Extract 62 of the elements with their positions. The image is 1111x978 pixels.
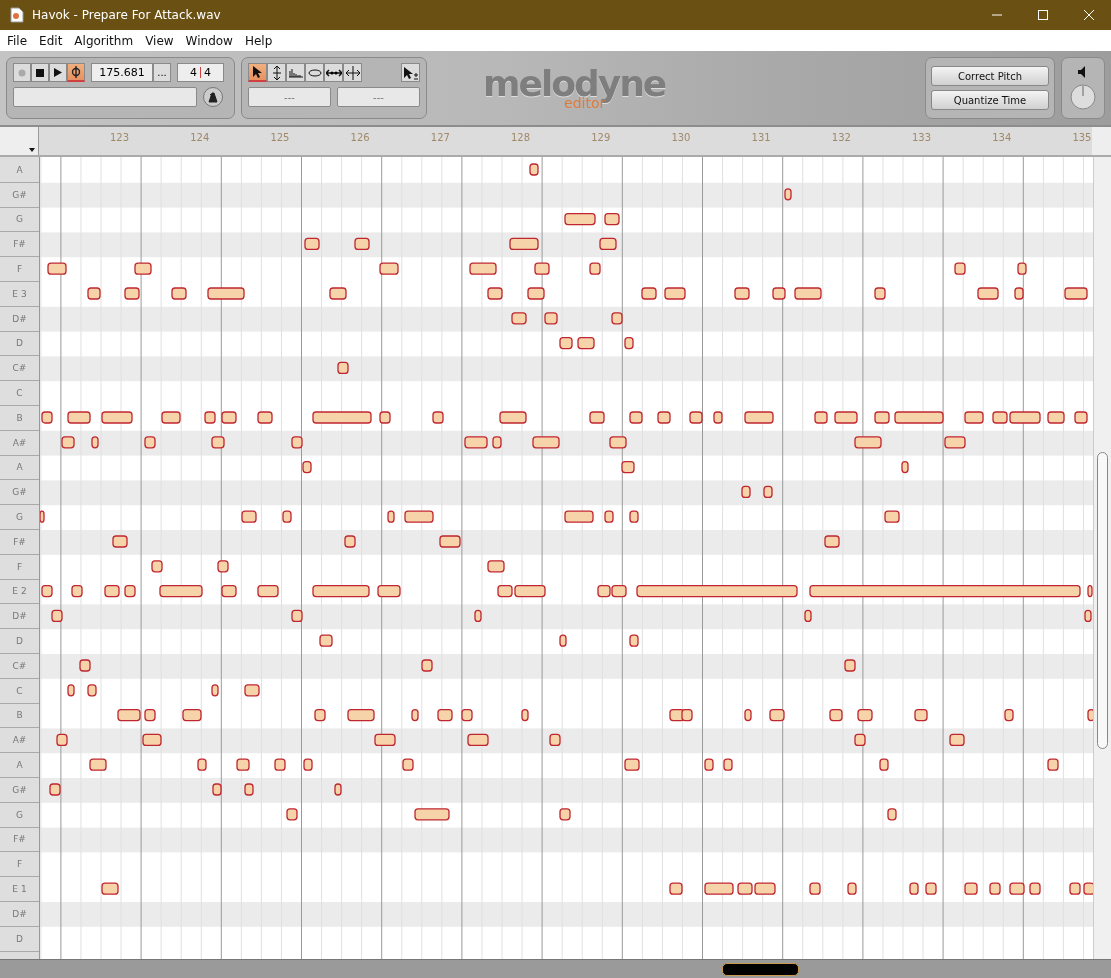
bar-number: 123	[110, 132, 130, 143]
pointer-tool-button[interactable]	[248, 63, 267, 82]
macro-button[interactable]: Quantize Time	[931, 90, 1049, 110]
crosshair-arrow-icon	[345, 65, 360, 80]
horizontal-scrollbar[interactable]	[0, 959, 1111, 978]
play-icon	[54, 68, 62, 77]
volume-knob[interactable]	[1070, 84, 1096, 110]
loop-icon	[71, 66, 81, 78]
pitch-tool-button[interactable]	[267, 63, 286, 82]
left-right-arrow-icon	[325, 67, 342, 78]
document-icon	[10, 7, 24, 23]
loop-button[interactable]	[67, 63, 85, 82]
caret-icon	[29, 148, 35, 152]
record-icon	[18, 68, 26, 77]
bar-number: 129	[591, 132, 611, 143]
stop-button[interactable]	[31, 63, 49, 82]
bar-number: 127	[430, 132, 450, 143]
menu-item[interactable]: File	[7, 33, 28, 48]
metronome-icon	[207, 91, 219, 103]
up-down-arrow-icon	[271, 65, 282, 80]
play-button[interactable]	[49, 63, 67, 82]
menu-item[interactable]: View	[145, 33, 174, 48]
bar-number: 134	[992, 132, 1012, 143]
pointer-plus-minus-icon	[402, 65, 419, 80]
position-field[interactable]	[13, 87, 197, 107]
pointer-icon	[251, 65, 264, 79]
bar-number: 128	[511, 132, 531, 143]
split-tool-button[interactable]	[343, 63, 362, 82]
bar-number: 132	[831, 132, 851, 143]
info-field: ---	[248, 87, 331, 107]
bar-number: 126	[350, 132, 370, 143]
amplitude-tool-button[interactable]	[305, 63, 324, 82]
macro-button[interactable]: Correct Pitch	[931, 66, 1049, 86]
tempo-field[interactable]: 175.681	[91, 63, 153, 82]
bar-number: 135	[1072, 132, 1092, 143]
scroll-thumb[interactable]	[1097, 452, 1108, 749]
ellipse-icon	[307, 68, 322, 77]
menu-item[interactable]: Window	[185, 33, 233, 48]
window-title: Havok - Prepare For Attack.wav	[32, 8, 221, 22]
menu-item[interactable]: Edit	[39, 33, 63, 48]
time-signature-field[interactable]: 4 4	[177, 63, 224, 82]
maximize-icon[interactable]	[1037, 9, 1049, 21]
close-icon[interactable]	[1083, 9, 1095, 21]
menu-item[interactable]: Help	[244, 33, 273, 48]
bar-number: 125	[270, 132, 290, 143]
menu-item[interactable]: Algorithm	[74, 33, 134, 48]
bars-icon	[287, 67, 304, 78]
formant-tool-button[interactable]	[286, 63, 305, 82]
metronome-button[interactable]	[203, 87, 223, 107]
tempo-menu-button[interactable]: ...	[153, 63, 171, 82]
bar-number: 133	[912, 132, 932, 143]
stop-icon	[36, 68, 44, 77]
scrollbar-corner	[1092, 127, 1111, 155]
time-tool-button[interactable]	[324, 63, 343, 82]
pointer-plus-minus-button[interactable]	[401, 63, 420, 82]
vertical-scrollbar[interactable]	[1093, 157, 1111, 959]
bar-number: 131	[751, 132, 771, 143]
scroll-thumb[interactable]	[722, 963, 799, 976]
bar-number: 130	[671, 132, 691, 143]
speaker-icon	[1078, 66, 1088, 78]
info-field: ---	[337, 87, 420, 107]
bar-number: 124	[190, 132, 210, 143]
